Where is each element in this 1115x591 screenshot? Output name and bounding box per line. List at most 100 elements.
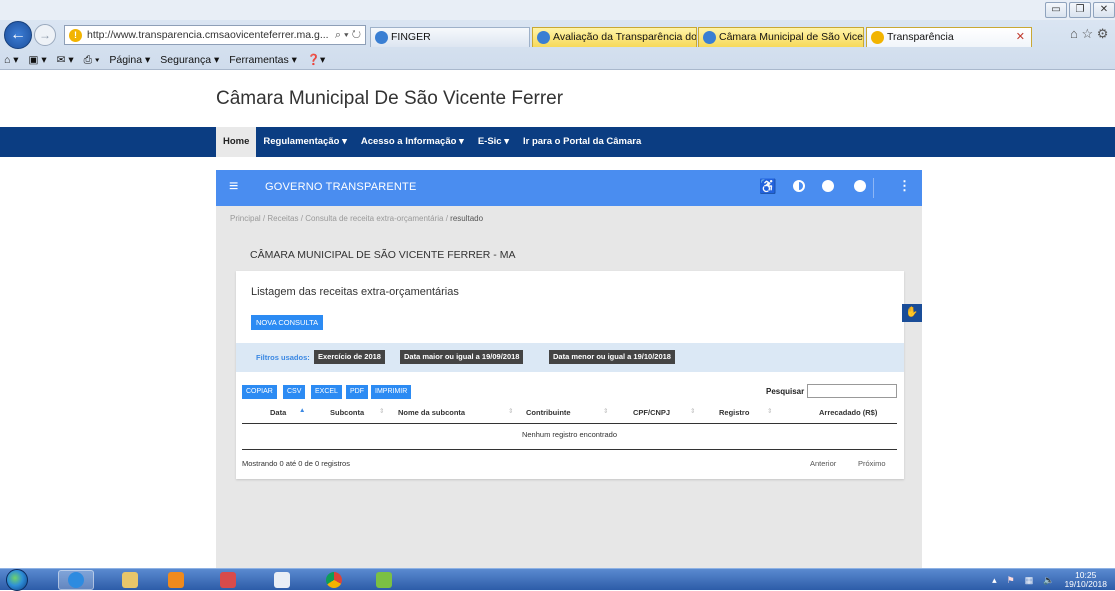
volume-icon[interactable]: 🔈	[1043, 575, 1054, 586]
chrome-icon	[326, 572, 342, 588]
command-bar: ⌂ ▾ ▣ ▾ ✉ ▾ ⎙ ▾ Página ▾ Segurança ▾ Fer…	[0, 50, 1115, 70]
taskbar-snipping[interactable]	[210, 570, 246, 590]
breadcrumb-consulta[interactable]: Consulta de receita extra-orçamentária	[305, 214, 443, 223]
more-options-icon[interactable]: ⋮	[898, 178, 911, 194]
windows-orb-icon	[6, 569, 28, 591]
address-controls[interactable]: ⌕ ▾ ↻	[335, 26, 361, 44]
address-text: http://www.transparencia.cmsaovicentefer…	[87, 29, 329, 41]
ie-page-icon	[537, 31, 550, 44]
browser-chrome: ▭ ❐ ✕ ← → ! http://www.transparencia.cms…	[0, 0, 1115, 70]
entity-title: CÂMARA MUNICIPAL DE SÃO VICENTE FERRER -…	[250, 249, 516, 261]
tab-finger[interactable]: FINGER	[370, 27, 530, 47]
title-strip	[0, 0, 1115, 20]
restore-button[interactable]: ❐	[1069, 2, 1091, 18]
clock[interactable]: 10:25 19/10/2018	[1064, 571, 1107, 589]
print-icon[interactable]: ⎙ ▾	[84, 50, 100, 70]
filters-label: Filtros usados:	[256, 353, 310, 362]
home-star-icons[interactable]: ⌂ ☆ ⚙	[1070, 26, 1108, 42]
pagination-next[interactable]: Próximo	[858, 459, 886, 468]
search-label: Pesquisar	[766, 387, 805, 396]
taskbar-wordpad[interactable]	[264, 570, 300, 590]
table-header-divider	[242, 423, 897, 424]
breadcrumb: Principal / Receitas / Consulta de recei…	[230, 214, 484, 223]
col-registro[interactable]: Registro	[719, 408, 749, 417]
sort-icon: ⇕	[508, 408, 514, 415]
filter-badge-exercicio: Exercício de 2018	[314, 350, 385, 364]
pagination-prev[interactable]: Anterior	[810, 459, 836, 468]
network-icon[interactable]: ▦	[1025, 575, 1034, 586]
tab-transparencia[interactable]: Transparência ✕	[866, 27, 1032, 47]
tab-avaliacao[interactable]: Avaliação da Transparência do...	[532, 27, 697, 47]
contrast-icon[interactable]	[793, 180, 805, 192]
help-icon[interactable]: ❓▾	[307, 50, 325, 70]
forward-button[interactable]: →	[34, 24, 56, 46]
nav-home[interactable]: Home	[216, 127, 257, 157]
mail-icon[interactable]: ✉ ▾	[57, 50, 74, 70]
sort-icon: ⇕	[767, 408, 773, 415]
feeds-icon[interactable]: ▣ ▾	[29, 50, 47, 70]
window-controls: ▭ ❐ ✕	[1043, 2, 1115, 18]
nav-acesso-informacao[interactable]: Acesso a Informação ▾	[354, 127, 471, 157]
system-tray: ▴ ⚑ ▦ 🔈 10:25 19/10/2018	[925, 569, 1115, 591]
col-subconta[interactable]: Subconta	[330, 408, 364, 417]
taskbar-chrome[interactable]	[316, 570, 352, 590]
site-warning-icon: !	[69, 29, 82, 42]
breadcrumb-receitas[interactable]: Receitas	[267, 214, 298, 223]
close-tab-icon[interactable]: ✕	[1016, 28, 1025, 46]
back-button[interactable]: ←	[4, 21, 32, 49]
col-data[interactable]: Data	[270, 408, 286, 417]
new-query-button[interactable]: NOVA CONSULTA	[251, 315, 324, 330]
start-button[interactable]	[6, 569, 32, 591]
top-navigation: Home Regulamentação ▾ Acesso a Informaçã…	[0, 127, 1115, 157]
sort-icon: ⇕	[690, 408, 696, 415]
taskbar: ▴ ⚑ ▦ 🔈 10:25 19/10/2018	[0, 568, 1115, 591]
sort-asc-icon: ▲	[299, 407, 306, 414]
filter-badge-data-menor: Data menor ou igual a 19/10/2018	[549, 350, 675, 364]
col-contribuinte[interactable]: Contribuinte	[526, 408, 571, 417]
menu-page[interactable]: Página ▾	[109, 50, 150, 70]
menu-security[interactable]: Segurança ▾	[160, 50, 219, 70]
site-title: Câmara Municipal De São Vicente Ferrer	[216, 88, 564, 109]
csv-button[interactable]: CSV	[283, 385, 306, 399]
ie-page-icon	[703, 31, 716, 44]
close-window-button[interactable]: ✕	[1093, 2, 1115, 18]
nav-regulamentacao[interactable]: Regulamentação ▾	[256, 127, 353, 157]
action-center-icon[interactable]: ⚑	[1007, 575, 1015, 586]
pdf-button[interactable]: PDF	[346, 385, 368, 399]
tab-camara[interactable]: Câmara Municipal de São Vice...	[698, 27, 864, 47]
excel-button[interactable]: EXCEL	[311, 385, 342, 399]
nav-esic[interactable]: E-Sic ▾	[471, 127, 516, 157]
tray-expand-icon[interactable]: ▴	[992, 575, 997, 586]
taskbar-media[interactable]	[158, 570, 194, 590]
col-nome-subconta[interactable]: Nome da subconta	[398, 408, 465, 417]
ie-icon	[68, 572, 84, 588]
col-arrecadado[interactable]: Arrecadado (R$)	[819, 408, 877, 417]
app-icon	[376, 572, 392, 588]
taskbar-ie[interactable]	[58, 570, 94, 590]
copy-button[interactable]: COPIAR	[242, 385, 277, 399]
home-icon[interactable]: ⌂ ▾	[4, 50, 19, 70]
breadcrumb-principal[interactable]: Principal	[230, 214, 261, 223]
col-cpf-cnpj[interactable]: CPF/CNPJ	[633, 408, 670, 417]
empty-table-message: Nenhum registro encontrado	[521, 430, 618, 439]
hamburger-icon[interactable]: ≡	[229, 179, 238, 195]
menu-tools[interactable]: Ferramentas ▾	[229, 50, 297, 70]
panel-header: ≡ GOVERNO TRANSPARENTE ♿ ⋮	[216, 170, 922, 206]
header-divider	[873, 178, 874, 198]
print-button[interactable]: IMPRIMIR	[371, 385, 412, 399]
results-card: Listagem das receitas extra-orçamentária…	[236, 271, 904, 479]
search-input[interactable]	[807, 384, 897, 398]
zoom-in-icon[interactable]	[822, 180, 834, 192]
snipping-tool-icon	[220, 572, 236, 588]
media-player-icon	[168, 572, 184, 588]
nav-portal-camara[interactable]: Ir para o Portal da Câmara	[516, 127, 648, 157]
minimize-button[interactable]: ▭	[1045, 2, 1067, 18]
clock-date: 19/10/2018	[1064, 579, 1107, 589]
zoom-out-icon[interactable]	[854, 180, 866, 192]
taskbar-explorer[interactable]	[112, 570, 148, 590]
ie-page-icon	[375, 31, 388, 44]
vlibras-widget-icon[interactable]: ✋	[902, 304, 922, 322]
address-bar[interactable]: ! http://www.transparencia.cmsaovicentef…	[64, 25, 366, 45]
accessibility-icon[interactable]: ♿	[759, 178, 776, 195]
taskbar-app[interactable]	[366, 570, 402, 590]
